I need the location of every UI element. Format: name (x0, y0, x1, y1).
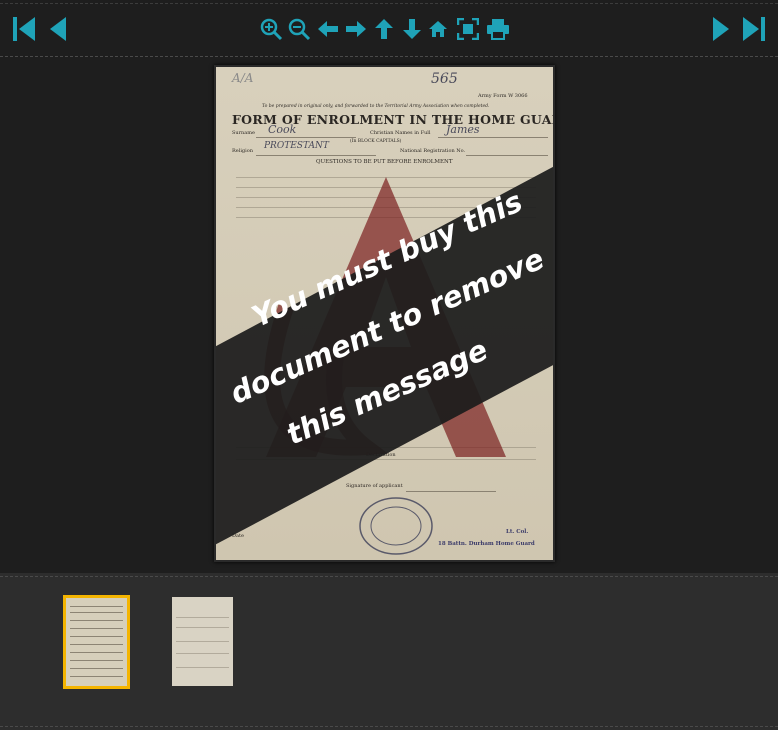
document-page: A/A 565 Army Form W 3066 To be prepared … (214, 65, 555, 562)
arrow-left-icon (318, 21, 338, 37)
first-page-button[interactable] (11, 14, 37, 44)
next-page-icon (713, 17, 729, 41)
previous-page-icon (50, 17, 66, 41)
watermark-message: You must buy this document to remove thi… (216, 67, 553, 560)
zoom-out-button[interactable] (286, 14, 312, 44)
print-button[interactable] (485, 14, 511, 44)
toolbar (0, 0, 778, 57)
thumbnail-line (70, 652, 123, 653)
first-page-icon (13, 17, 35, 41)
arrow-down-icon (403, 19, 421, 39)
home-button[interactable] (425, 14, 451, 44)
zoom-in-icon (260, 18, 283, 41)
thumbnail-line (70, 628, 123, 629)
zoom-in-button[interactable] (258, 14, 284, 44)
thumbnail-divider-bottom (0, 726, 778, 727)
document-viewer: A/A 565 Army Form W 3066 To be prepared … (0, 0, 778, 730)
arrow-right-icon (346, 21, 366, 37)
next-page-button[interactable] (709, 14, 735, 44)
thumbnail-strip (0, 573, 778, 730)
thumbnail-line (70, 606, 123, 607)
fit-screen-button[interactable] (455, 14, 481, 44)
thumbnail-line (70, 676, 123, 677)
previous-page-button[interactable] (44, 14, 70, 44)
toolbar-divider-top (0, 3, 778, 4)
pan-left-button[interactable] (315, 14, 341, 44)
fit-screen-icon (457, 18, 479, 40)
thumbnail-line (176, 653, 229, 654)
thumbnail-line (70, 660, 123, 661)
thumbnail-line (70, 636, 123, 637)
thumbnail-divider-top (0, 576, 778, 577)
print-icon (487, 19, 509, 40)
thumbnail-line (70, 644, 123, 645)
arrow-up-icon (375, 19, 393, 39)
pan-up-button[interactable] (371, 14, 397, 44)
zoom-out-icon (288, 18, 311, 41)
pan-right-button[interactable] (343, 14, 369, 44)
thumbnail-line (176, 667, 229, 668)
pan-down-button[interactable] (399, 14, 425, 44)
last-page-button[interactable] (741, 14, 767, 44)
page-viewport[interactable]: A/A 565 Army Form W 3066 To be prepared … (0, 57, 778, 573)
home-icon (429, 21, 447, 37)
thumbnail-page-1[interactable] (63, 595, 130, 689)
thumbnail-line (70, 612, 123, 613)
thumbnail-line (176, 641, 229, 642)
thumbnail-page-1-preview (66, 598, 127, 686)
thumbnail-page-2[interactable] (172, 597, 233, 686)
thumbnail-line (176, 617, 229, 618)
thumbnail-line (176, 627, 229, 628)
last-page-icon (743, 17, 765, 41)
thumbnail-line (70, 620, 123, 621)
thumbnail-page-2-preview (172, 597, 233, 686)
thumbnail-line (70, 668, 123, 669)
